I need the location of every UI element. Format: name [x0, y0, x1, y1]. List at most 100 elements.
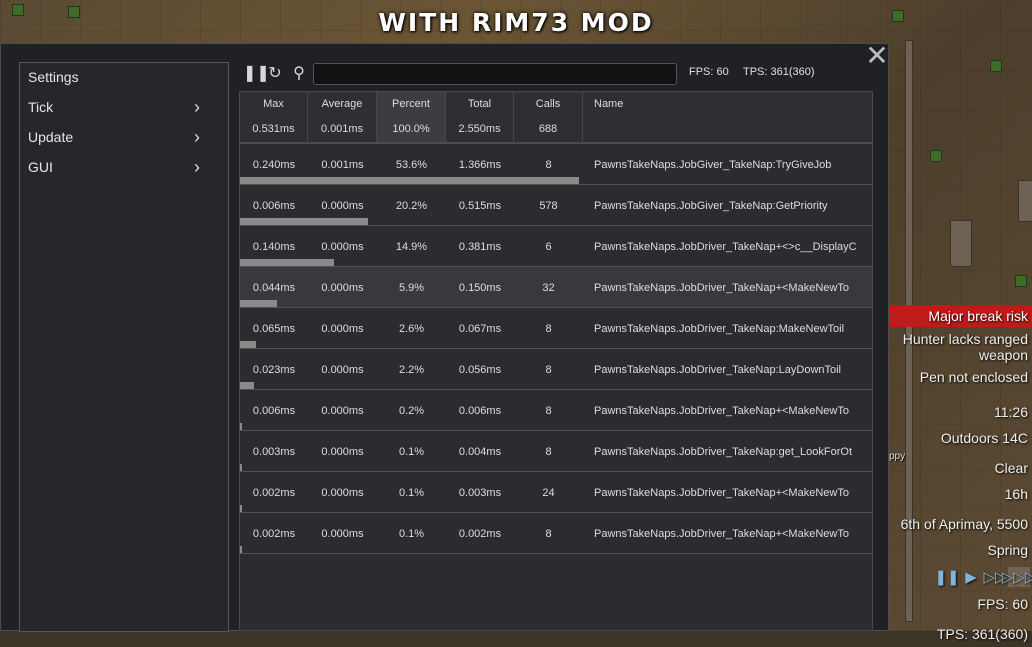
- column-title: Name: [594, 98, 624, 110]
- cell-max: 0.006ms: [252, 405, 296, 417]
- cell-average: 0.000ms: [321, 487, 364, 499]
- cell-total: 0.006ms: [458, 405, 502, 417]
- cell-total: 0.056ms: [458, 364, 502, 376]
- search-icon[interactable]: ⚲: [290, 65, 308, 83]
- sidebar-item-settings[interactable]: Settings: [20, 63, 228, 93]
- alert-hunter-lacks-weapon[interactable]: Hunter lacks ranged weapon: [882, 327, 1032, 365]
- column-percent[interactable]: Percent 100.0%: [377, 92, 446, 142]
- percent-bar: [240, 464, 242, 471]
- table-row[interactable]: 0.240ms 0.001ms 53.6% 1.366ms 8 PawnsTakeNaps…: [240, 144, 872, 185]
- cell-name: PawnsTakeNaps.JobDriver_TakeNap+<>c__Dis…: [594, 241, 857, 253]
- cell-average: 0.000ms: [321, 364, 364, 376]
- cell-name: PawnsTakeNaps.JobDriver_TakeNap+<MakeNew…: [594, 282, 849, 294]
- cell-calls: 8: [545, 405, 552, 417]
- hour-label: 16h: [1004, 486, 1028, 502]
- table-row[interactable]: 0.140ms 0.000ms 14.9% 0.381ms 6 PawnsTakeNaps…: [240, 226, 872, 267]
- video-banner-title: WITH RIM73 MOD: [378, 8, 654, 37]
- fps-readout: FPS: 60: [689, 66, 729, 78]
- map-tree: [1015, 275, 1027, 287]
- cell-total: 0.067ms: [458, 323, 502, 335]
- column-name[interactable]: Name: [583, 92, 872, 142]
- cell-percent: 2.2%: [398, 364, 425, 376]
- table-row[interactable]: 0.065ms 0.000ms 2.6% 0.067ms 8 PawnsTakeNaps.…: [240, 308, 872, 349]
- sidebar-item-label: Update: [28, 129, 74, 145]
- cell-name: PawnsTakeNaps.JobDriver_TakeNap:get_Look…: [594, 446, 853, 458]
- column-title: Max: [263, 98, 284, 110]
- cell-calls: 8: [545, 323, 552, 335]
- percent-bar: [240, 341, 256, 348]
- cell-calls: 8: [545, 446, 552, 458]
- cell-total: 0.003ms: [458, 487, 502, 499]
- cell-calls: 24: [542, 487, 555, 499]
- column-max[interactable]: Max 0.531ms: [240, 92, 308, 142]
- table-row[interactable]: 0.002ms 0.000ms 0.1% 0.003ms 24 PawnsTakeNaps…: [240, 472, 872, 513]
- column-title: Calls: [535, 98, 561, 110]
- column-title: Total: [467, 98, 492, 110]
- column-total: 100.0%: [392, 123, 430, 135]
- map-tree: [990, 60, 1002, 72]
- column-total: 688: [538, 123, 558, 135]
- superfast-icon[interactable]: ▷▷▷: [1002, 567, 1032, 587]
- table-row[interactable]: 0.044ms 0.000ms 5.9% 0.150ms 32 PawnsTakeNaps…: [240, 267, 872, 308]
- profiler-toolbar: ❚❚ ↻ ⚲ FPS: 60 TPS: 361(360): [243, 61, 883, 87]
- chevron-right-icon: ›: [194, 157, 200, 177]
- column-total-time[interactable]: Total 2.550ms: [446, 92, 514, 142]
- cell-name: PawnsTakeNaps.JobGiver_TakeNap:TryGiveJo…: [594, 159, 832, 171]
- sidebar-item-label: GUI: [28, 159, 53, 175]
- cell-name: PawnsTakeNaps.JobDriver_TakeNap:LayDownT…: [594, 364, 842, 376]
- profiler-window: ✕ Settings Tick › Update › GUI › ❚❚ ↻ ⚲ FPS: 6…: [0, 42, 889, 632]
- table-body: 0.240ms 0.001ms 53.6% 1.366ms 8 PawnsTakeNaps…: [240, 144, 872, 554]
- column-calls[interactable]: Calls 688: [514, 92, 583, 142]
- cell-percent: 5.9%: [398, 282, 425, 294]
- percent-bar: [240, 300, 277, 307]
- percent-bar: [240, 546, 242, 553]
- table-row[interactable]: 0.023ms 0.000ms 2.2% 0.056ms 8 PawnsTakeNaps.…: [240, 349, 872, 390]
- chevron-right-icon: ›: [194, 127, 200, 147]
- cell-percent: 0.2%: [398, 405, 425, 417]
- cell-total: 0.002ms: [458, 528, 502, 540]
- outdoor-temperature: Outdoors 14C: [940, 430, 1028, 446]
- percent-bar: [240, 505, 242, 512]
- cell-average: 0.000ms: [321, 446, 364, 458]
- column-title: Percent: [392, 98, 430, 110]
- search-input[interactable]: [313, 63, 677, 85]
- cell-name: PawnsTakeNaps.JobDriver_TakeNap+<MakeNew…: [594, 405, 849, 417]
- column-average[interactable]: Average 0.001ms: [308, 92, 377, 142]
- percent-bar: [240, 259, 334, 266]
- cell-percent: 20.2%: [395, 200, 428, 212]
- sidebar-item-gui[interactable]: GUI ›: [20, 153, 228, 183]
- cell-percent: 14.9%: [395, 241, 428, 253]
- table-row[interactable]: 0.006ms 0.000ms 0.2% 0.006ms 8 PawnsTakeNaps.…: [240, 390, 872, 431]
- cell-total: 0.150ms: [458, 282, 502, 294]
- pause-icon[interactable]: ❚❚: [243, 65, 270, 83]
- cell-max: 0.002ms: [252, 487, 296, 499]
- percent-bar: [240, 218, 368, 225]
- clock-time: 11:26: [994, 404, 1028, 420]
- alert-major-break-risk[interactable]: Major break risk: [882, 305, 1032, 327]
- table-row[interactable]: 0.006ms 0.000ms 20.2% 0.515ms 578 PawnsTakeNa…: [240, 185, 872, 226]
- table-row[interactable]: 0.003ms 0.000ms 0.1% 0.004ms 8 PawnsTakeNaps.…: [240, 431, 872, 472]
- sidebar-item-tick[interactable]: Tick ›: [20, 93, 228, 123]
- hud-fps: FPS: 60: [977, 596, 1028, 612]
- cell-calls: 8: [545, 364, 552, 376]
- cell-calls: 578: [539, 200, 558, 212]
- pause-icon[interactable]: ❚❚: [934, 567, 959, 587]
- sidebar-item-update[interactable]: Update ›: [20, 123, 228, 153]
- sidebar-item-label: Tick: [28, 99, 54, 115]
- refresh-icon[interactable]: ↻: [266, 65, 284, 83]
- column-total: 0.001ms: [320, 123, 364, 135]
- column-total: 2.550ms: [458, 123, 501, 135]
- alert-pen-not-enclosed[interactable]: Pen not enclosed: [882, 365, 1032, 387]
- play-icon[interactable]: ▶: [960, 567, 982, 587]
- cell-name: PawnsTakeNaps.JobGiver_TakeNap:GetPriori…: [594, 200, 828, 212]
- table-row[interactable]: 0.002ms 0.000ms 0.1% 0.002ms 8 PawnsTakeNaps.…: [240, 513, 872, 554]
- chevron-right-icon: ›: [194, 97, 200, 117]
- cell-average: 0.000ms: [321, 405, 364, 417]
- cell-name: PawnsTakeNaps.JobDriver_TakeNap+<MakeNew…: [594, 528, 849, 540]
- cell-max: 0.002ms: [252, 528, 296, 540]
- percent-bar: [240, 423, 242, 430]
- cell-max: 0.003ms: [252, 446, 296, 458]
- map-tree: [930, 150, 942, 162]
- percent-bar: [240, 382, 254, 389]
- cell-average: 0.000ms: [321, 528, 364, 540]
